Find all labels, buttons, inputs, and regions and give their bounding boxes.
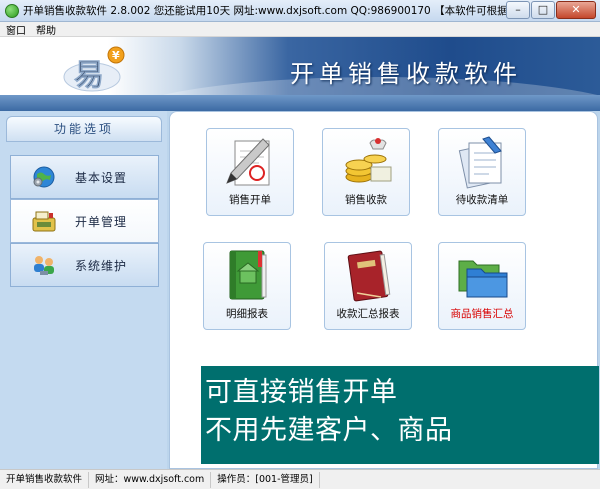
sidebar-item-label: 系统维护 [75, 258, 128, 273]
promo-line-2: 不用先建客户、商品 [205, 415, 453, 446]
pen-document-icon [226, 138, 270, 186]
function-area: 销售开单 销售收款 待收款清单 明细报表 收款汇总报表 商品销售汇总 可直接销售… [169, 111, 599, 469]
title-bar: 开单销售收款软件 2.8.002 您还能试用10天 网址:www.dxjsoft… [0, 0, 600, 22]
tile-label: 销售开单 [229, 194, 271, 206]
sidebar-item-billing[interactable]: 开单管理 [10, 199, 159, 243]
tile-sales-order[interactable]: 销售开单 [206, 128, 294, 216]
app-icon [5, 3, 19, 18]
document-list-icon [458, 136, 502, 189]
globe-gear-icon [31, 164, 57, 190]
sidebar: 功能选项 基本设置 开单管理 系统维护 [0, 111, 167, 469]
banner-decoration-bottom [0, 95, 600, 111]
tile-label: 明细报表 [226, 308, 268, 320]
logo-badge: ¥ [112, 49, 120, 62]
sidebar-item-basic-settings[interactable]: 基本设置 [10, 155, 159, 199]
status-bar: 开单销售收款软件 网址：www.dxjsoft.com 操作员：[001-管理员… [0, 469, 600, 489]
status-app-name: 开单销售收款软件 [0, 471, 90, 488]
tile-label: 销售收款 [345, 194, 387, 206]
sidebar-item-label: 开单管理 [75, 214, 128, 229]
tile-label: 收款汇总报表 [336, 308, 400, 320]
sidebar-item-system-maintenance[interactable]: 系统维护 [10, 243, 159, 287]
coins-icon [345, 138, 392, 183]
tile-product-sales-summary[interactable]: 商品销售汇总 [438, 242, 526, 330]
tile-pending-collection-list[interactable]: 待收款清单 [438, 128, 526, 216]
window-controls: – □ ✕ [505, 1, 596, 19]
cash-register-icon [31, 208, 57, 234]
banner-title: 开单销售收款软件 [290, 60, 522, 88]
close-button[interactable]: ✕ [556, 1, 596, 19]
tile-sales-collection[interactable]: 销售收款 [322, 128, 410, 216]
sidebar-item-label: 基本设置 [75, 170, 128, 185]
people-network-icon [31, 252, 57, 278]
promo-line-1: 可直接销售开单 [205, 377, 398, 408]
tile-detail-report[interactable]: 明细报表 [203, 242, 291, 330]
menu-window[interactable]: 窗口 [6, 22, 26, 37]
sidebar-header: 功能选项 [6, 116, 162, 142]
status-website: 网址：www.dxjsoft.com [89, 471, 212, 488]
tile-label: 待收款清单 [455, 194, 509, 206]
green-book-icon [229, 250, 267, 300]
status-operator: 操作员：[001-管理员] [211, 471, 320, 488]
tile-collection-summary-report[interactable]: 收款汇总报表 [324, 242, 412, 330]
logo-char: 易 [74, 58, 104, 93]
maximize-button[interactable]: □ [531, 1, 555, 19]
menu-help[interactable]: 帮助 [36, 22, 56, 37]
window-title: 开单销售收款软件 2.8.002 您还能试用10天 网址:www.dxjsoft… [23, 5, 523, 17]
folder-icon [458, 260, 508, 298]
red-book-icon [347, 250, 391, 302]
logo-icon: 易 ¥ [63, 46, 125, 93]
menu-bar: 窗口 帮助 [0, 22, 600, 37]
tile-label: 商品销售汇总 [450, 308, 514, 320]
header-banner: 易 ¥ 开单销售收款软件 [0, 37, 600, 111]
minimize-button[interactable]: – [506, 1, 530, 19]
promo-message: 可直接销售开单 不用先建客户、商品 [201, 366, 599, 464]
main-panel: 销售开单 销售收款 待收款清单 明细报表 收款汇总报表 商品销售汇总 可直接销售… [167, 111, 599, 469]
